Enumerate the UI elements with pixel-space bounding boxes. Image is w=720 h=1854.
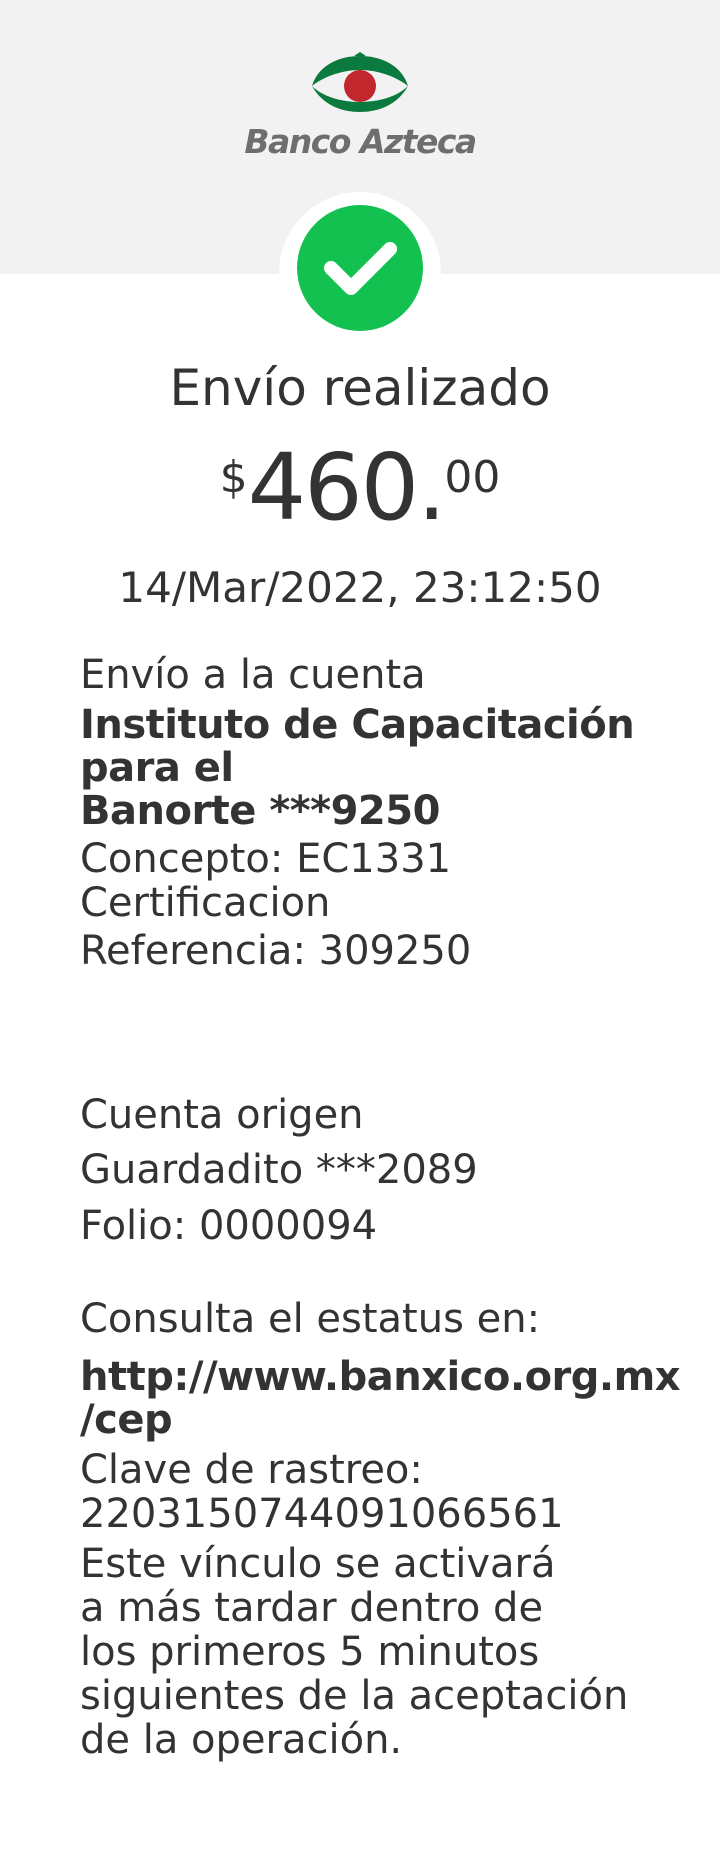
cep-link-line2[interactable]: /cep [80,1399,680,1442]
note-line4: siguientes de la aceptación [80,1673,629,1719]
amount-cents: 00 [444,452,501,503]
status-check-section: Consulta el estatus en: http://www.banxi… [80,1296,681,1763]
tracking-key-value: 2203150744091066561 [80,1491,564,1537]
folio: Folio: 0000094 [80,1203,378,1249]
destination-label: Envío a la cuenta [80,652,426,698]
concept-line1: Concepto: EC1331 [80,836,452,882]
destination-section: Envío a la cuenta Instituto de Capacitac… [80,652,680,973]
note-line3: los primeros 5 minutos [80,1629,540,1675]
tracking-key-label: Clave de rastreo: [80,1447,423,1493]
bank-logo-text: Banco Azteca [244,122,477,161]
cep-link-line1[interactable]: http://www.banxico.org.mx [80,1356,681,1399]
reference: Referencia: 309250 [80,928,472,974]
note-line1: Este vínculo se activará [80,1541,556,1587]
note-line2: a más tardar dentro de [80,1585,544,1631]
note-line5: de la operación. [80,1717,403,1763]
destination-bank-account: Banorte ***9250 [80,788,440,834]
amount: $460.00 [0,438,720,538]
aztec-logo-icon [312,52,408,112]
destination-name-line2: para el [80,745,234,791]
status-title: Envío realizado [169,359,551,417]
check-icon [324,242,397,295]
success-badge [297,205,423,331]
transaction-datetime: 14/Mar/2022, 23:12:50 [118,563,602,612]
destination-name-line1: Instituto de Capacitación [80,702,635,748]
origin-section: Cuenta origen Guardadito ***2089 Folio: … [80,1092,680,1248]
concept-line2: Certificacion [80,880,331,926]
status-check-label: Consulta el estatus en: [80,1296,541,1342]
origin-account: Guardadito ***2089 [80,1147,478,1193]
origin-label: Cuenta origen [80,1092,364,1138]
amount-integer: 460. [247,434,447,541]
bank-logo: Banco Azteca [0,52,720,161]
amount-currency: $ [219,452,248,503]
